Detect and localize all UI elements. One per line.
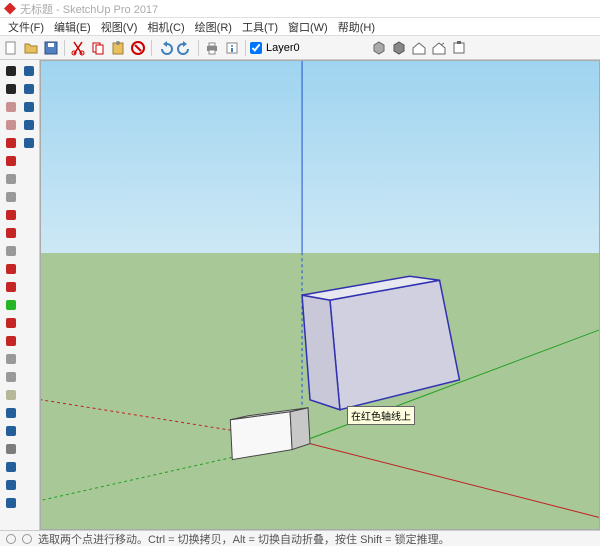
status-bar: 选取两个点进行移动。Ctrl = 切换拷贝，Alt = 切换自动折叠，按住 Sh… [0, 530, 600, 546]
orbit-icon[interactable] [2, 458, 19, 475]
followme-icon[interactable] [2, 314, 19, 331]
title-bar: 无标题 - SketchUp Pro 2017 [0, 0, 600, 18]
position-icon[interactable] [20, 80, 37, 97]
line-icon[interactable] [2, 134, 19, 151]
extension-icon[interactable] [450, 39, 468, 57]
cut-icon[interactable] [69, 39, 87, 57]
tape-icon[interactable] [2, 350, 19, 367]
inference-tooltip: 在红色轴线上 [347, 406, 415, 425]
main-toolbar: Layer0 [0, 36, 600, 60]
offset-icon[interactable] [2, 260, 19, 277]
open-icon[interactable] [22, 39, 40, 57]
window-title: 无标题 - SketchUp Pro 2017 [20, 1, 158, 17]
separator [151, 40, 152, 56]
text-icon[interactable] [2, 404, 19, 421]
app-icon [4, 3, 16, 15]
select-icon[interactable] [2, 62, 19, 79]
house-icon[interactable] [410, 39, 428, 57]
delete-icon[interactable] [129, 39, 147, 57]
axes-icon[interactable] [2, 422, 19, 439]
menu-file[interactable]: 文件(F) [4, 19, 48, 35]
move-icon[interactable] [2, 278, 19, 295]
menu-bar: 文件(F) 编辑(E) 视图(V) 相机(C) 绘图(R) 工具(T) 窗口(W… [0, 18, 600, 36]
paint-icon[interactable] [2, 116, 19, 133]
save-icon[interactable] [42, 39, 60, 57]
zoomwin-icon[interactable] [20, 62, 37, 79]
freehand-icon[interactable] [2, 152, 19, 169]
scale-icon[interactable] [2, 332, 19, 349]
layer-visibility-checkbox[interactable] [250, 42, 262, 54]
zoom-icon[interactable] [2, 494, 19, 511]
redo-icon[interactable] [176, 39, 194, 57]
protractor-icon[interactable] [2, 368, 19, 385]
menu-help[interactable]: 帮助(H) [334, 19, 379, 35]
lookaround-icon[interactable] [20, 98, 37, 115]
scene-objects [41, 61, 599, 529]
viewport[interactable]: 在红色轴线上 [40, 60, 600, 530]
layer-label[interactable]: Layer0 [264, 42, 306, 54]
menu-camera[interactable]: 相机(C) [143, 19, 188, 35]
side-toolbar [0, 60, 40, 530]
undo-icon[interactable] [156, 39, 174, 57]
section-icon[interactable] [2, 440, 19, 457]
circle-icon[interactable] [2, 188, 19, 205]
warehouse-icon[interactable] [390, 39, 408, 57]
new-icon[interactable] [2, 39, 20, 57]
pushpull-icon[interactable] [2, 242, 19, 259]
help-icon[interactable] [6, 534, 16, 544]
status-hint: 选取两个点进行移动。Ctrl = 切换拷贝，Alt = 切换自动折叠，按住 Sh… [38, 531, 450, 547]
eraser-icon[interactable] [2, 98, 19, 115]
separator [245, 40, 246, 56]
copy-icon[interactable] [89, 39, 107, 57]
3dtext-icon[interactable] [20, 134, 37, 151]
menu-tools[interactable]: 工具(T) [238, 19, 282, 35]
model-info-icon[interactable] [223, 39, 241, 57]
rotate-icon[interactable] [2, 296, 19, 313]
arc2-icon[interactable] [2, 224, 19, 241]
tips-icon[interactable] [22, 534, 32, 544]
separator [198, 40, 199, 56]
arc-icon[interactable] [2, 206, 19, 223]
share-icon[interactable] [430, 39, 448, 57]
menu-view[interactable]: 视图(V) [97, 19, 142, 35]
paste-icon[interactable] [109, 39, 127, 57]
separator [64, 40, 65, 56]
menu-draw[interactable]: 绘图(R) [191, 19, 236, 35]
lasso-icon[interactable] [2, 80, 19, 97]
dimension-icon[interactable] [2, 386, 19, 403]
print-icon[interactable] [203, 39, 221, 57]
menu-edit[interactable]: 编辑(E) [50, 19, 95, 35]
large-cube[interactable] [302, 276, 459, 410]
pan-icon[interactable] [2, 476, 19, 493]
rectangle-icon[interactable] [2, 170, 19, 187]
menu-window[interactable]: 窗口(W) [284, 19, 332, 35]
component-icon[interactable] [370, 39, 388, 57]
walk-icon[interactable] [20, 116, 37, 133]
small-cube[interactable] [230, 408, 310, 460]
